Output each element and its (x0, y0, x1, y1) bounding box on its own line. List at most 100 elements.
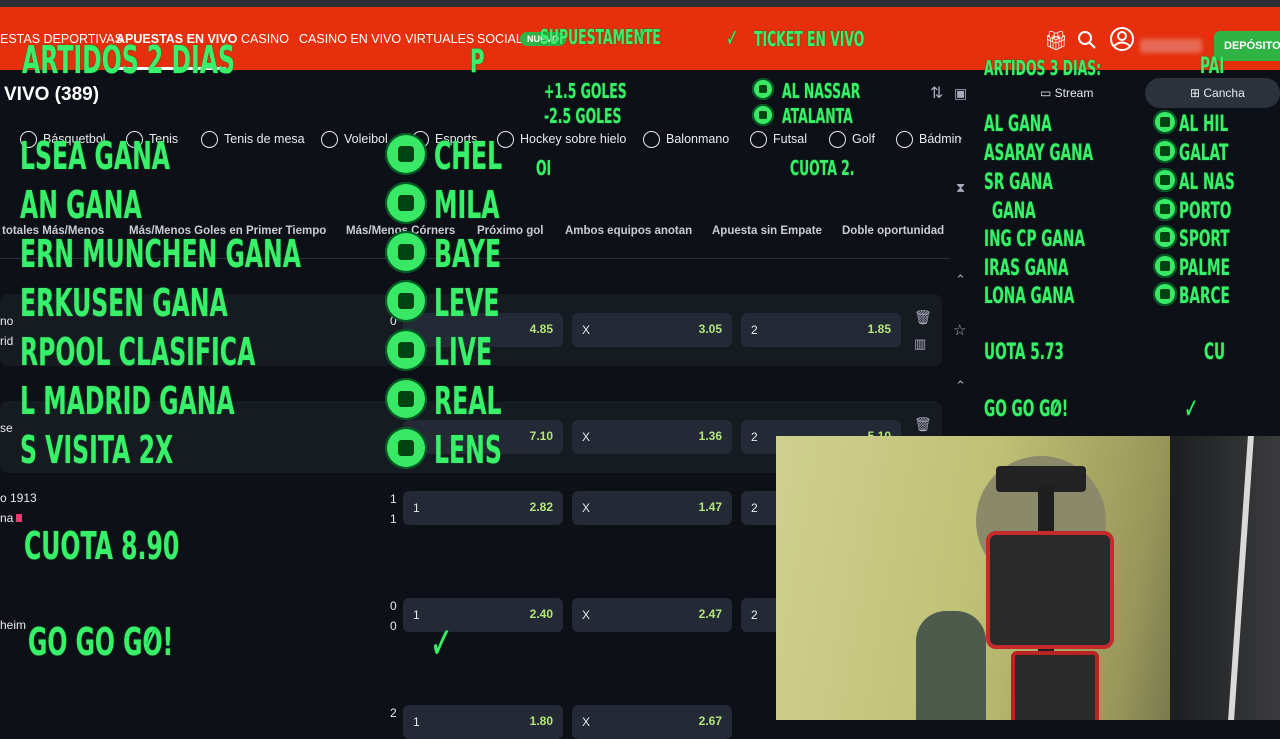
market-btts[interactable]: Ambos equipos anotan (565, 225, 692, 237)
overlay-team: MILA (434, 183, 500, 227)
overlay-right-team: AL HIL (1179, 112, 1229, 137)
checkmark-icon: ✓ (430, 618, 453, 669)
odd-home[interactable]: 1 1.80 (403, 705, 563, 739)
webcam-cloth (916, 611, 986, 720)
overlay-right-title: ARTIDOS 3 DIAS: (984, 56, 1102, 80)
overlay-right-team: PALME (1179, 256, 1230, 281)
overlay-pick: RPOOL CLASIFICA (20, 330, 256, 374)
overlay-pick: LSEA GANA (20, 134, 171, 178)
sport-handball[interactable]: Balonmano (643, 131, 729, 148)
score-away: 0 (390, 619, 397, 633)
score-home: 0 (390, 599, 397, 613)
chevron-up-icon-2[interactable]: ⌃ (955, 378, 966, 394)
overlay-team: LENS (434, 428, 502, 472)
overlay-right-pick: SR GANA (984, 170, 1053, 195)
checkmark-icon: ✓ (140, 618, 161, 664)
nav-virtual[interactable]: VIRTUALES (405, 32, 474, 46)
betslip-icon[interactable]: 🗑︎ (914, 309, 932, 326)
market-draw-no-bet[interactable]: Apuesta sin Empate (712, 225, 822, 237)
overlay-right-pick: AL GANA (984, 112, 1052, 137)
odd-draw[interactable]: X 2.67 (572, 705, 732, 739)
top-strip (0, 0, 1280, 7)
chevron-right-icon[interactable]: › (958, 130, 962, 145)
score-home: 2 (390, 706, 397, 720)
soccer-ball-icon (1153, 282, 1177, 306)
gift-icon[interactable]: 🎁︎ (1044, 29, 1068, 53)
chevron-up-icon[interactable]: ⌃ (955, 272, 966, 288)
overlay-ticket-odds: CUOTA 2. (790, 156, 855, 180)
soccer-ball-icon (1153, 139, 1177, 163)
webcam-dark-area (1170, 436, 1280, 720)
odd-draw[interactable]: X 3.05 (572, 313, 732, 347)
team-away: na (0, 511, 23, 525)
blurred-username (1140, 39, 1202, 53)
soccer-ball-icon (1153, 254, 1177, 278)
checkmark-icon: ✓ (1048, 392, 1063, 425)
stream-tabs: ▭ Stream ⊞ Cancha (980, 78, 1280, 108)
overlay-goals-line: +1.5 GOLES (544, 79, 627, 103)
overlay-right-odds: UOTA 5.73 (984, 340, 1064, 365)
sport-volleyball[interactable]: Voleibol (321, 131, 388, 148)
stats-icon[interactable]: ▥ (914, 336, 926, 352)
score-home: 1 (390, 492, 397, 506)
odd-draw[interactable]: X 2.47 (572, 598, 732, 632)
overlay-right-pick: GANA (992, 199, 1036, 224)
betslip-icon[interactable]: 🗑︎ (914, 416, 932, 433)
score-away: 1 (390, 512, 397, 526)
market-double-chance[interactable]: Doble oportunidad (842, 225, 944, 237)
collapse-icon[interactable]: ⧗ (956, 180, 965, 196)
soccer-ball-icon (385, 231, 427, 273)
team-away: heim (0, 618, 27, 632)
red-card-icon (16, 514, 23, 522)
sort-icon[interactable]: ⇅ (930, 83, 943, 103)
team-home: o 1913 (0, 491, 37, 505)
overlay-center-line: OI (536, 156, 552, 180)
team-home: se (0, 421, 13, 435)
table-tennis-icon (201, 131, 218, 148)
overlay-right-pick: ASARAY GANA (984, 141, 1094, 166)
soccer-ball-icon (752, 104, 774, 126)
soccer-ball-icon (1153, 197, 1177, 221)
odd-home[interactable]: 1 2.40 (403, 598, 563, 632)
overlay-right-pick: LONA GANA (984, 284, 1075, 309)
screen-icon[interactable]: ▣ (954, 85, 967, 102)
tab-field[interactable]: ⊞ Cancha (1145, 78, 1280, 108)
overlay-right-team: BARCE (1179, 284, 1230, 309)
soccer-ball-icon (385, 133, 427, 175)
overlay-team: REAL (434, 379, 502, 423)
overlay-team: LIVE (434, 330, 493, 374)
sport-badminton[interactable]: Bádmin (896, 131, 961, 148)
nav-casino[interactable]: CASINO (241, 32, 289, 46)
odd-draw[interactable]: X 1.47 (572, 491, 732, 525)
odd-away[interactable]: 2 1.85 (741, 313, 901, 347)
overlay-right-team: PORTO (1179, 199, 1232, 224)
overlay-right-pick: IRAS GANA (984, 256, 1069, 281)
odd-draw[interactable]: X 1.36 (572, 420, 732, 454)
overlay-ticket-title: TICKET EN VIVO (754, 27, 865, 51)
tab-stream[interactable]: ▭ Stream (1040, 78, 1093, 108)
webcam-chair-seat (1011, 651, 1099, 720)
star-icon[interactable]: ☆ (953, 321, 966, 339)
soccer-ball-icon (1153, 168, 1177, 192)
nav-live-casino[interactable]: CASINO EN VIVO (299, 32, 401, 46)
webcam-feed (776, 436, 1280, 720)
soccer-ball-icon (752, 78, 774, 100)
search-icon[interactable] (1077, 30, 1097, 50)
user-icon[interactable] (1109, 26, 1135, 52)
team-away: rid (0, 334, 14, 348)
page-title: VIVO (389) (4, 84, 100, 105)
overlay-right-cu: CU (1204, 340, 1226, 365)
overlay-left-title: ARTIDOS 2 DIAS (22, 38, 236, 82)
sport-ice-hockey[interactable]: Hockey sobre hielo (497, 131, 626, 148)
overlay-right-team: GALAT (1179, 141, 1229, 166)
handball-icon (643, 131, 660, 148)
overlay-pick: ERN MUNCHEN GANA (20, 232, 301, 276)
checkmark-icon: ✓ (726, 24, 739, 52)
odd-home[interactable]: 1 2.82 (403, 491, 563, 525)
soccer-ball-icon (385, 182, 427, 224)
sport-futsal[interactable]: Futsal (750, 131, 807, 148)
sport-golf[interactable]: Golf (829, 131, 875, 148)
sport-table-tennis[interactable]: Tenis de mesa (201, 131, 305, 148)
soccer-ball-icon (385, 329, 427, 371)
soccer-ball-icon (385, 280, 427, 322)
